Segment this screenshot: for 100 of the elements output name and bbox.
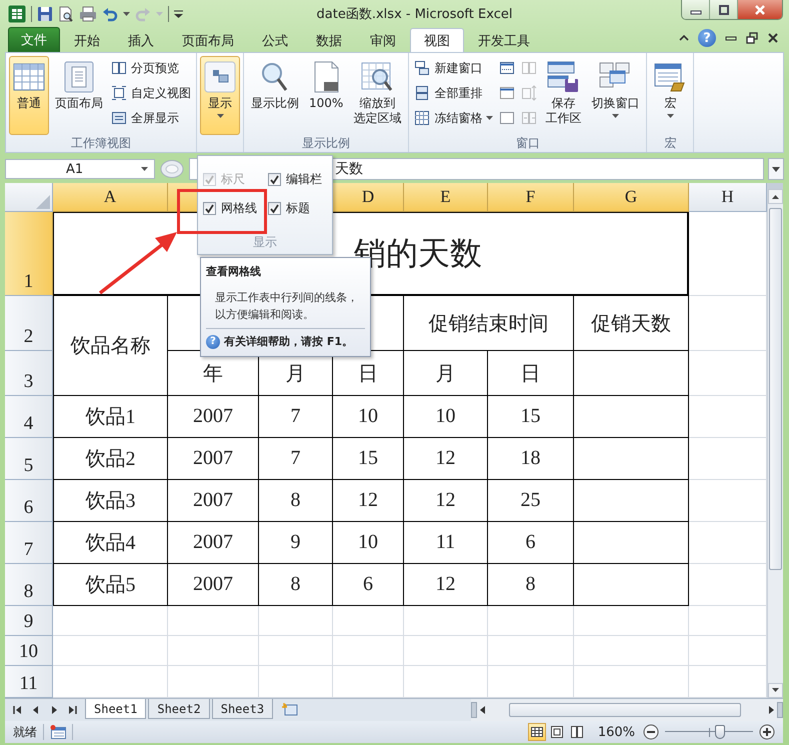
column-header[interactable]: D	[333, 183, 404, 212]
first-sheet-icon[interactable]	[13, 705, 23, 715]
horizontal-scrollbar[interactable]	[471, 699, 783, 721]
column-header[interactable]: H	[689, 183, 767, 212]
ribbon-button[interactable]: 普通	[9, 56, 49, 135]
save-icon[interactable]	[37, 6, 53, 22]
table-cell: 11	[404, 522, 488, 564]
collapse-ribbon-icon[interactable]	[679, 35, 689, 41]
checkmark-icon	[204, 203, 215, 214]
ribbon-button[interactable]: 冻结窗格	[412, 107, 496, 129]
row-header[interactable]: 8	[5, 564, 53, 606]
sheet-tab[interactable]: Sheet1	[85, 699, 146, 719]
checkbox[interactable]	[203, 202, 216, 215]
zoom-slider-thumb[interactable]	[715, 725, 726, 739]
minimize-button[interactable]	[682, 0, 710, 19]
table-cell: 2007	[168, 522, 259, 564]
ribbon-button[interactable]: 显示	[200, 56, 240, 135]
column-header[interactable]: F	[488, 183, 574, 212]
ribbon-button[interactable]: 页面布局	[51, 56, 107, 135]
column-header[interactable]: G	[574, 183, 689, 212]
row-header[interactable]: 9	[5, 606, 53, 636]
ribbon-tab[interactable]: 页面布局	[168, 29, 248, 52]
row-header[interactable]: 6	[5, 480, 53, 522]
ribbon-button[interactable]: 新建窗口	[412, 57, 496, 79]
row-header[interactable]: 1	[5, 212, 53, 296]
ribbon-tab[interactable]: 视图	[410, 28, 464, 52]
row-header[interactable]: 11	[5, 666, 53, 698]
restore-icon[interactable]	[718, 4, 730, 14]
ribbon-tab[interactable]: 数据	[302, 29, 356, 52]
sheet-tab[interactable]: Sheet3	[212, 699, 274, 719]
column-header[interactable]: E	[404, 183, 488, 212]
ribbon-button[interactable]: 全部重排	[412, 82, 496, 104]
table-cell: 12	[404, 480, 488, 522]
next-sheet-icon[interactable]	[49, 705, 59, 715]
window-title: date函数.xlsx - Microsoft Excel	[316, 6, 514, 23]
ribbon-button[interactable]: 全屏显示	[109, 107, 193, 129]
print-preview-icon[interactable]	[58, 6, 74, 22]
zoom-out-icon[interactable]	[643, 724, 659, 740]
checkmark-icon	[204, 174, 215, 185]
row-header[interactable]: 2	[5, 296, 53, 351]
name-box[interactable]: A1	[5, 159, 155, 179]
ribbon-button[interactable]: 切换窗口	[587, 56, 644, 135]
spreadsheet-logo-icon[interactable]	[8, 5, 26, 23]
record-macro-icon[interactable]	[50, 725, 66, 739]
table-cell: 10	[333, 522, 404, 564]
table-cell: 15	[333, 438, 404, 480]
row-header[interactable]: 5	[5, 438, 53, 480]
ribbon-tab[interactable]: 插入	[114, 29, 168, 52]
file-tab[interactable]: 文件	[8, 27, 60, 52]
row-header[interactable]: 7	[5, 522, 53, 564]
table-cell: 15	[488, 396, 574, 438]
window-icon[interactable]	[499, 110, 516, 126]
undo-icon[interactable]	[102, 6, 118, 22]
ribbon-tab[interactable]: 公式	[248, 29, 302, 52]
row-header[interactable]: 3	[5, 351, 53, 396]
ribbon-tab[interactable]: 开发工具	[464, 29, 544, 52]
sheet-tab[interactable]: Sheet2	[148, 699, 210, 719]
page-icon	[63, 61, 95, 93]
ribbon-button[interactable]: 显示比例	[247, 56, 303, 135]
table-cell: 25	[488, 480, 574, 522]
checkbox[interactable]	[268, 173, 281, 186]
scroll-up-icon[interactable]	[768, 189, 783, 204]
last-sheet-icon[interactable]	[67, 705, 77, 715]
restore-button[interactable]	[710, 0, 738, 19]
scroll-thumb[interactable]	[509, 703, 741, 717]
ribbon-button[interactable]: 宏	[650, 56, 690, 135]
table-cell: 饮品名称	[53, 296, 168, 396]
close-icon[interactable]	[767, 32, 779, 44]
customize-menu-icon[interactable]	[174, 10, 183, 18]
grid-magnifier-icon	[361, 61, 394, 93]
triangle-icon	[36, 195, 50, 209]
close-button[interactable]	[738, 0, 782, 19]
vertical-scrollbar[interactable]	[767, 183, 783, 698]
window-icon[interactable]	[499, 85, 516, 101]
ribbon-button[interactable]: 100%	[305, 56, 348, 135]
caret-icon	[123, 12, 130, 16]
tooltip-title: 查看网格线	[206, 264, 262, 279]
restore-icon[interactable]	[746, 32, 758, 44]
windows-icon	[414, 60, 430, 76]
expand-icon[interactable]	[768, 158, 784, 180]
zoom-level[interactable]: 160%	[598, 724, 635, 740]
ribbon-button[interactable]: 分页预览	[109, 57, 193, 79]
ribbon-button[interactable]: 保存 工作区	[541, 56, 586, 135]
column-header[interactable]: A	[53, 183, 168, 212]
ribbon-button[interactable]: 自定义视图	[109, 82, 193, 104]
ribbon-tab[interactable]: 审阅	[356, 29, 410, 52]
checkbox[interactable]	[268, 202, 281, 215]
previous-sheet-icon[interactable]	[31, 705, 41, 715]
scroll-down-icon[interactable]	[768, 683, 783, 698]
printer-icon[interactable]	[79, 6, 97, 22]
scroll-thumb[interactable]	[769, 208, 782, 570]
zoom-in-icon[interactable]	[759, 724, 775, 740]
row-header[interactable]: 10	[5, 636, 53, 666]
ribbon-button[interactable]: 缩放到 选定区域	[349, 56, 406, 135]
stacked-windows-icon	[414, 85, 430, 101]
row-header[interactable]: 4	[5, 396, 53, 438]
insert-sheet-icon[interactable]	[281, 702, 300, 716]
ribbon-tab[interactable]: 开始	[60, 29, 114, 52]
table-cell: 月	[404, 351, 488, 396]
window-icon[interactable]	[499, 60, 516, 76]
